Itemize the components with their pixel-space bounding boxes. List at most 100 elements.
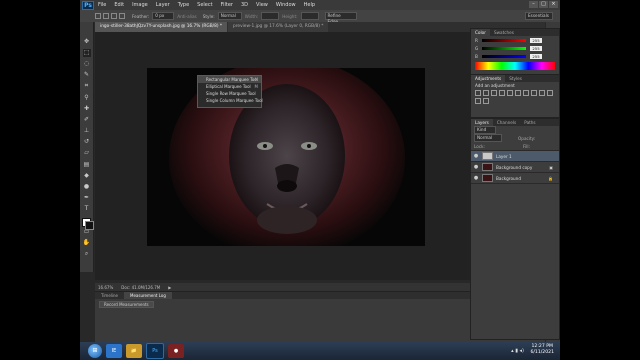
add-selection-icon[interactable] (103, 13, 109, 19)
menu-image[interactable]: Image (132, 2, 148, 8)
kind-filter-select[interactable]: Kind (474, 126, 496, 134)
tab-timeline[interactable]: Timeline (95, 292, 124, 299)
marquee-icon[interactable]: ⬚ (82, 48, 91, 57)
system-tray-icons[interactable]: ▴ ▮ ◂) (511, 348, 524, 354)
menu-type[interactable]: Type (178, 2, 189, 8)
pen-icon[interactable]: ✒ (83, 194, 91, 202)
invert-icon[interactable] (475, 98, 481, 104)
tab-layers[interactable]: Layers (471, 119, 493, 126)
b-track[interactable] (482, 54, 526, 58)
menu-file[interactable]: File (98, 2, 106, 8)
g-value[interactable]: 255 (530, 45, 542, 51)
brush-icon[interactable]: ✐ (83, 116, 91, 124)
visibility-eye-icon[interactable]: ● (473, 153, 479, 159)
history-brush-icon[interactable]: ↺ (83, 138, 91, 146)
crop-icon[interactable]: ⌗ (83, 82, 91, 90)
rectangular-marquee-item[interactable]: Rectangular Marquee Tool M (198, 76, 261, 83)
slider-g[interactable]: G 255 (471, 44, 559, 52)
minimize-button[interactable]: – (529, 1, 538, 8)
exposure-icon[interactable] (499, 90, 505, 96)
blur-icon[interactable]: ◆ (83, 172, 91, 180)
layer-row-background-copy[interactable]: ● Background copy ▣ (471, 162, 559, 173)
record-measurements-button[interactable]: Record Measurements (99, 301, 154, 308)
tab-adjustments[interactable]: Adjustments (471, 75, 506, 82)
background-color-swatch[interactable] (85, 221, 94, 230)
type-icon[interactable]: T (83, 205, 91, 213)
tab-measurement-log[interactable]: Measurement Log (124, 292, 172, 299)
menu-select[interactable]: Select (197, 2, 212, 8)
color-balance-icon[interactable] (523, 90, 529, 96)
visibility-eye-icon[interactable]: ● (473, 175, 479, 181)
slider-r[interactable]: R 255 (471, 36, 559, 44)
lion-image[interactable] (147, 68, 425, 246)
subtract-selection-icon[interactable] (111, 13, 117, 19)
tab-color[interactable]: Color (471, 29, 490, 36)
elliptical-marquee-item[interactable]: Elliptical Marquee Tool M (198, 83, 261, 90)
taskbar-recorder-button[interactable]: ● (168, 344, 184, 358)
g-track[interactable] (482, 46, 526, 50)
taskbar-photoshop-button[interactable]: Ps (146, 343, 164, 359)
brightness-icon[interactable] (475, 90, 481, 96)
channel-mixer-icon[interactable] (547, 90, 553, 96)
maximize-button[interactable]: □ (539, 1, 548, 8)
healing-icon[interactable]: ✚ (83, 105, 91, 113)
menu-filter[interactable]: Filter (221, 2, 233, 8)
dodge-icon[interactable]: ● (83, 183, 91, 191)
start-button[interactable]: ⊞ (88, 344, 102, 358)
curves-icon[interactable] (491, 90, 497, 96)
menu-3d[interactable]: 3D (241, 2, 248, 8)
taskbar-clock[interactable]: 12:27 PM 6/11/2021 (530, 344, 554, 356)
tab-paths[interactable]: Paths (520, 119, 539, 126)
eyedropper-icon[interactable]: ⚲ (83, 94, 91, 102)
zoom-icon[interactable]: ⌕ (83, 250, 91, 258)
move-icon[interactable]: ✥ (83, 38, 91, 46)
menu-view[interactable]: View (256, 2, 268, 8)
refine-edge-button[interactable]: Refine Edge... (324, 12, 357, 24)
r-track[interactable] (482, 38, 526, 42)
blend-mode-select[interactable]: Normal (474, 134, 502, 142)
eraser-icon[interactable]: ▱ (83, 149, 91, 157)
single-column-marquee-item[interactable]: Single Column Marquee Tool (198, 97, 263, 104)
status-menu-arrow-icon[interactable]: ▶ (168, 285, 171, 290)
tab-styles[interactable]: Styles (505, 75, 526, 82)
posterize-icon[interactable] (483, 98, 489, 104)
tab-swatches[interactable]: Swatches (490, 29, 518, 36)
taskbar-explorer-button[interactable]: 📁 (126, 344, 142, 358)
b-value[interactable]: 255 (530, 53, 542, 59)
clone-stamp-icon[interactable]: ⊥ (83, 127, 91, 135)
hue-saturation-icon[interactable] (515, 90, 521, 96)
menu-layer[interactable]: Layer (156, 2, 170, 8)
layer-style-icon[interactable]: ▣ (549, 165, 553, 170)
r-value[interactable]: 255 (530, 37, 542, 43)
tab-document-2[interactable]: preview-1.jpg @ 17.6% (Layer 0, RGB/8) * (228, 22, 329, 32)
tab-document-1[interactable]: ingo-stiller-38athJQzv7Y-unsplash.jpg @ … (95, 22, 228, 32)
feather-input[interactable]: 0 px (152, 12, 175, 20)
quick-select-icon[interactable]: ✎ (83, 71, 91, 79)
close-button[interactable]: × (549, 1, 558, 8)
workspace-select[interactable]: Essentials (525, 12, 553, 20)
style-select[interactable]: Normal (217, 12, 242, 20)
intersect-selection-icon[interactable] (119, 13, 125, 19)
slider-b[interactable]: B 255 (471, 52, 559, 60)
antialias-checkbox[interactable]: Anti-alias (177, 14, 196, 19)
menu-edit[interactable]: Edit (114, 2, 124, 8)
tab-channels[interactable]: Channels (493, 119, 520, 126)
menu-window[interactable]: Window (276, 2, 296, 8)
color-spectrum[interactable] (475, 62, 555, 70)
black-white-icon[interactable] (531, 90, 537, 96)
layer-row-background[interactable]: ● Background 🔒 (471, 173, 559, 184)
visibility-eye-icon[interactable]: ● (473, 164, 479, 170)
photo-filter-icon[interactable] (539, 90, 545, 96)
width-input[interactable] (261, 12, 280, 20)
hand-icon[interactable]: ✋ (83, 239, 91, 247)
gradient-icon[interactable]: ▤ (83, 161, 91, 169)
new-selection-icon[interactable] (95, 13, 101, 19)
single-row-marquee-item[interactable]: Single Row Marquee Tool (198, 90, 261, 97)
layer-row-layer-1[interactable]: ● Layer 1 (471, 151, 559, 162)
levels-icon[interactable] (483, 90, 489, 96)
height-input[interactable] (300, 12, 319, 20)
zoom-level[interactable]: 16.67% (98, 285, 113, 290)
vibrance-icon[interactable] (507, 90, 513, 96)
lasso-icon[interactable]: ◌ (83, 60, 91, 68)
taskbar-ie-button[interactable]: IE (106, 344, 122, 358)
